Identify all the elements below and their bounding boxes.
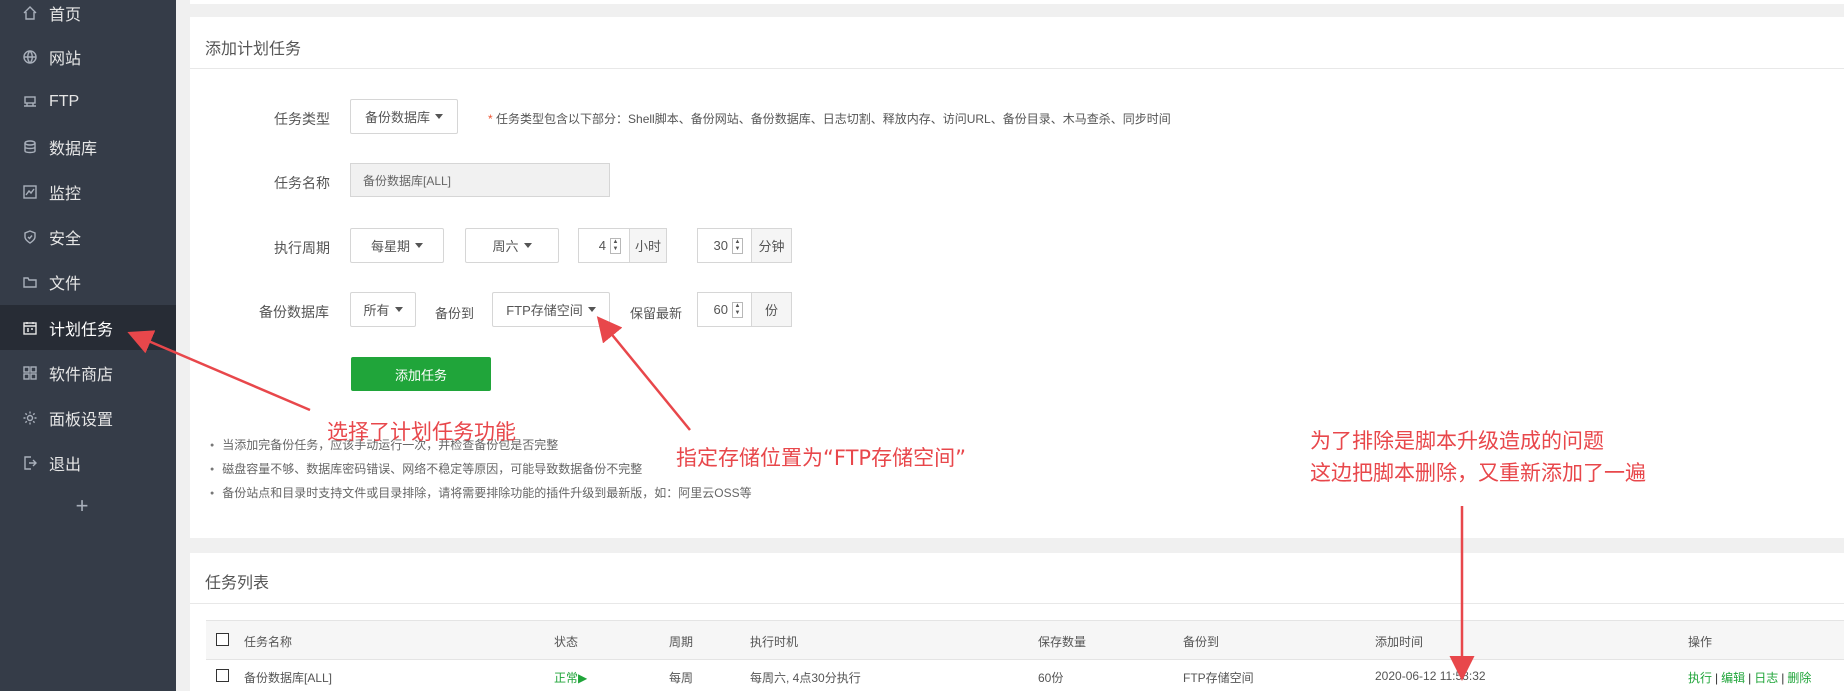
arrow-to-sidebar <box>127 330 311 412</box>
annotation-arrows <box>127 316 1475 681</box>
arrow-to-storage <box>596 316 691 431</box>
